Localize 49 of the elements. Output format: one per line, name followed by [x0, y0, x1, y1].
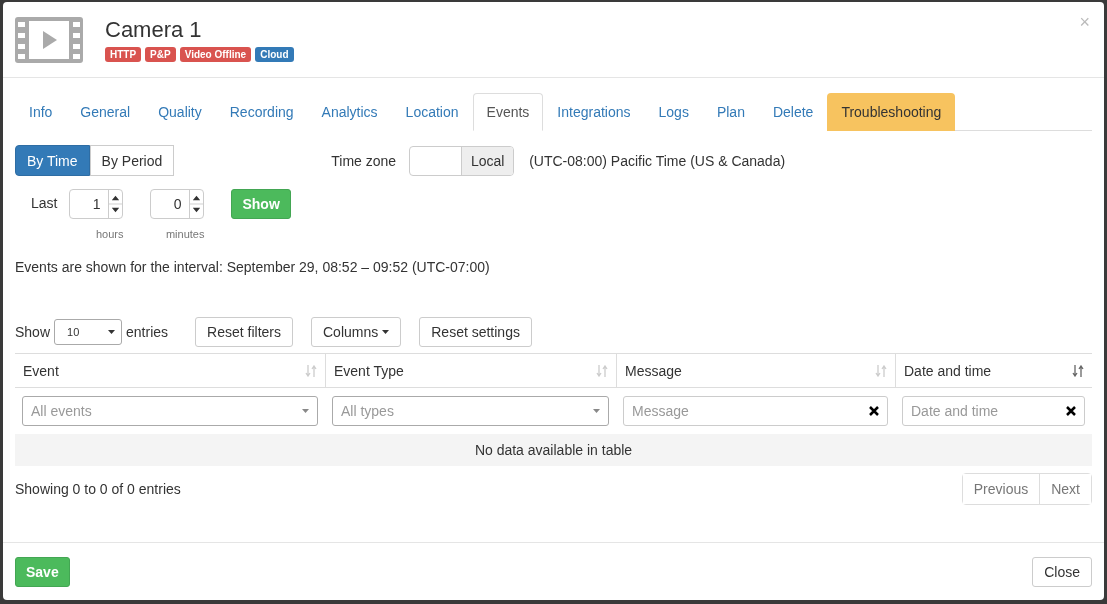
time-zone-field[interactable]: Local — [409, 145, 515, 176]
filter-field[interactable]: Message — [623, 396, 888, 426]
filter-field[interactable]: All events — [22, 396, 318, 426]
number-field[interactable]: 1 — [69, 189, 124, 219]
number-field[interactable]: 0 — [150, 189, 205, 219]
filter-field[interactable]: Date and time — [902, 396, 1085, 426]
interval-text: Events are shown for the interval: September 29, 08:52 – 09:52 (UTC-07:00) — [15, 259, 491, 275]
column-header[interactable]: Event Type — [325, 354, 616, 388]
dropdown-icon — [302, 409, 309, 413]
save-button[interactable]: Save — [15, 556, 70, 587]
status-label: HTTP — [105, 47, 142, 62]
spinner-arrows-icon[interactable] — [108, 190, 123, 218]
spinner-arrows-icon[interactable] — [189, 190, 204, 218]
status-label: Video Offline — [179, 47, 252, 62]
clear-icon[interactable] — [1066, 406, 1076, 416]
mode-toggle-button[interactable]: By Time — [15, 145, 90, 176]
window-title: Camera 1 — [105, 17, 203, 43]
page-size-select[interactable]: 10 — [54, 319, 123, 345]
column-header[interactable]: Event — [15, 354, 325, 388]
close-button[interactable]: Close — [1032, 556, 1092, 587]
tab[interactable]: Events — [472, 93, 544, 131]
video-file-icon — [15, 16, 83, 63]
local-button[interactable]: Local — [461, 146, 514, 175]
status-label: P&P — [145, 47, 176, 62]
mode-toggle-button[interactable]: By Period — [89, 145, 175, 176]
hours-caption: hours — [95, 228, 124, 240]
show-button[interactable]: Show — [231, 189, 291, 219]
pagination-button[interactable]: Next — [1039, 474, 1091, 504]
column-header[interactable]: Date and time — [895, 354, 1092, 388]
column-header[interactable]: Message — [616, 354, 895, 388]
caret-icon — [108, 330, 116, 334]
time-zone-value: (UTC-08:00) Pacific Time (US & Canada) — [529, 152, 786, 169]
minutes-caption: minutes — [165, 228, 205, 240]
table-button[interactable]: Columns — [311, 317, 402, 347]
table-button[interactable]: Reset settings — [419, 317, 532, 347]
entries-label: entries — [126, 324, 169, 340]
sort-descending-icon[interactable] — [1072, 364, 1084, 377]
tab[interactable]: Troubleshooting — [827, 93, 956, 131]
clear-icon[interactable] — [869, 406, 879, 416]
time-zone-label: Time zone — [331, 152, 397, 169]
table-info: Showing 0 to 0 of 0 entries — [15, 481, 181, 497]
last-label: Last — [31, 195, 58, 211]
empty-table-message: No data available in table — [15, 434, 1092, 466]
status-label: Cloud — [255, 47, 294, 62]
caret-icon — [382, 330, 390, 334]
dropdown-icon — [593, 409, 600, 413]
table-button[interactable]: Reset filters — [195, 317, 293, 347]
show-label: Show — [15, 324, 51, 340]
filter-field[interactable]: All types — [332, 396, 609, 426]
